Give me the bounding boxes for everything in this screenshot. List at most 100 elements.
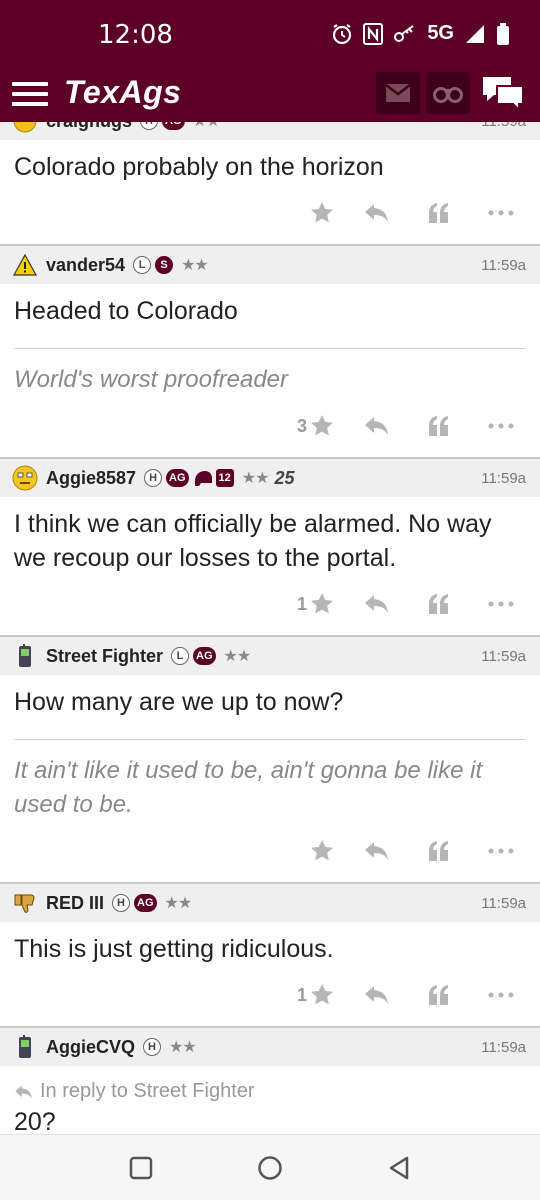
more-icon — [488, 992, 514, 998]
post: craighugs H AG ★★ 11:59a Colorado probab… — [0, 122, 540, 244]
battery-icon — [497, 22, 509, 45]
user-avatar[interactable] — [12, 122, 38, 134]
back-button[interactable] — [384, 1153, 414, 1183]
system-nav-bar — [0, 1134, 540, 1200]
back-icon — [389, 1156, 409, 1180]
texags-logo[interactable]: TexAgs — [64, 74, 181, 111]
rating-stars: ★★ — [181, 257, 209, 274]
reply-button[interactable] — [364, 198, 390, 228]
star-button[interactable]: 1 — [297, 589, 334, 619]
post-header: RED III H AG ★★ 11:59a — [0, 882, 540, 922]
status-time: 12:08 — [98, 20, 173, 50]
user-badge: H — [143, 1038, 162, 1056]
reply-icon — [365, 986, 388, 1004]
post: RED III H AG ★★ 11:59a This is just gett… — [0, 882, 540, 1026]
quote-icon — [429, 203, 448, 223]
user-badge: H — [140, 122, 159, 130]
quote-button[interactable] — [428, 411, 450, 441]
extra-badge: 25 — [274, 467, 295, 488]
post-header: vander54 L S ★★ 11:59a — [0, 244, 540, 284]
signal-icon — [466, 24, 484, 43]
more-button[interactable] — [488, 411, 514, 441]
watchlist-button[interactable] — [426, 72, 470, 114]
reply-button[interactable] — [364, 980, 390, 1010]
in-reply-to-link[interactable]: In reply to Street Fighter — [0, 1066, 540, 1103]
quote-icon — [429, 416, 448, 436]
star-button[interactable]: 3 — [297, 411, 334, 441]
reply-feed[interactable]: craighugs H AG ★★ 11:59a Colorado probab… — [0, 122, 540, 1134]
post-timestamp: 11:59a — [481, 1039, 526, 1056]
user-avatar[interactable] — [12, 465, 38, 491]
username[interactable]: Street Fighter — [46, 646, 163, 667]
alarm-icon — [333, 23, 352, 44]
user-badge: 12 — [215, 469, 234, 487]
star-button[interactable] — [310, 198, 334, 228]
in-reply-to-text: In reply to Street Fighter — [40, 1080, 255, 1102]
star-count: 1 — [296, 984, 307, 1005]
more-button[interactable] — [488, 589, 514, 619]
binoculars-icon — [433, 87, 463, 103]
reply-icon — [15, 1084, 32, 1099]
nfc-icon — [363, 22, 384, 45]
post-actions — [0, 184, 540, 244]
post-header: AggieCVQ H ★★ 11:59a — [0, 1026, 540, 1066]
username[interactable]: RED III — [46, 893, 104, 914]
quote-button[interactable] — [428, 589, 450, 619]
post-timestamp: 11:59a — [481, 895, 526, 912]
reply-button[interactable] — [364, 411, 390, 441]
user-badge: AG — [193, 647, 216, 665]
user-signature: It ain't like it used to be, ain't gonna… — [14, 757, 483, 818]
star-icon — [311, 593, 333, 614]
reply-icon — [365, 595, 388, 613]
hamburger-icon[interactable] — [12, 78, 48, 108]
post-body: Headed to Colorado — [14, 297, 238, 325]
rating-stars: ★★ — [169, 1039, 197, 1056]
star-icon — [311, 415, 333, 436]
star-button[interactable]: 1 — [297, 980, 334, 1010]
mail-icon — [385, 84, 411, 102]
star-count: 3 — [296, 415, 307, 436]
user-avatar[interactable] — [12, 890, 38, 916]
more-button[interactable] — [488, 980, 514, 1010]
user-badge: H — [112, 894, 131, 912]
key-icon — [394, 24, 414, 42]
user-badge: AG — [134, 894, 157, 912]
star-icon — [311, 840, 333, 861]
username[interactable]: vander54 — [46, 255, 125, 276]
user-avatar[interactable] — [12, 643, 38, 669]
user-avatar[interactable] — [12, 1034, 38, 1060]
quote-button[interactable] — [428, 980, 450, 1010]
chat-button[interactable] — [480, 74, 526, 114]
post-body: I think we can officially be alarmed. No… — [14, 510, 492, 572]
star-icon — [311, 202, 333, 223]
more-button[interactable] — [488, 836, 514, 866]
helmet-badge-icon — [194, 471, 212, 486]
star-button[interactable] — [310, 836, 334, 866]
quote-button[interactable] — [428, 198, 450, 228]
quote-button[interactable] — [428, 836, 450, 866]
post: vander54 L S ★★ 11:59a Headed to Colorad… — [0, 244, 540, 457]
home-icon — [258, 1156, 282, 1180]
user-signature: World's worst proofreader — [14, 366, 289, 393]
home-button[interactable] — [255, 1153, 285, 1183]
rating-stars: ★★ — [241, 470, 270, 487]
user-badge: L — [133, 256, 152, 274]
rating-stars: ★★ — [164, 895, 193, 912]
post-body: How many are we up to now? — [14, 688, 344, 716]
post-body: This is just getting ridiculous. — [14, 935, 334, 963]
reply-button[interactable] — [364, 589, 390, 619]
username[interactable]: AggieCVQ — [46, 1037, 135, 1058]
user-avatar[interactable] — [12, 252, 38, 278]
quote-icon — [429, 841, 448, 861]
recents-button[interactable] — [126, 1153, 156, 1183]
reply-button[interactable] — [364, 836, 390, 866]
mail-button[interactable] — [376, 72, 420, 114]
username[interactable]: craighugs — [46, 122, 132, 132]
quote-icon — [429, 594, 448, 614]
more-button[interactable] — [488, 198, 514, 228]
reply-icon — [365, 417, 388, 435]
username[interactable]: Aggie8587 — [46, 468, 136, 489]
user-badge: S — [155, 256, 174, 274]
post-actions: 1 — [0, 966, 540, 1026]
post-header: craighugs H AG ★★ 11:59a — [0, 122, 540, 140]
